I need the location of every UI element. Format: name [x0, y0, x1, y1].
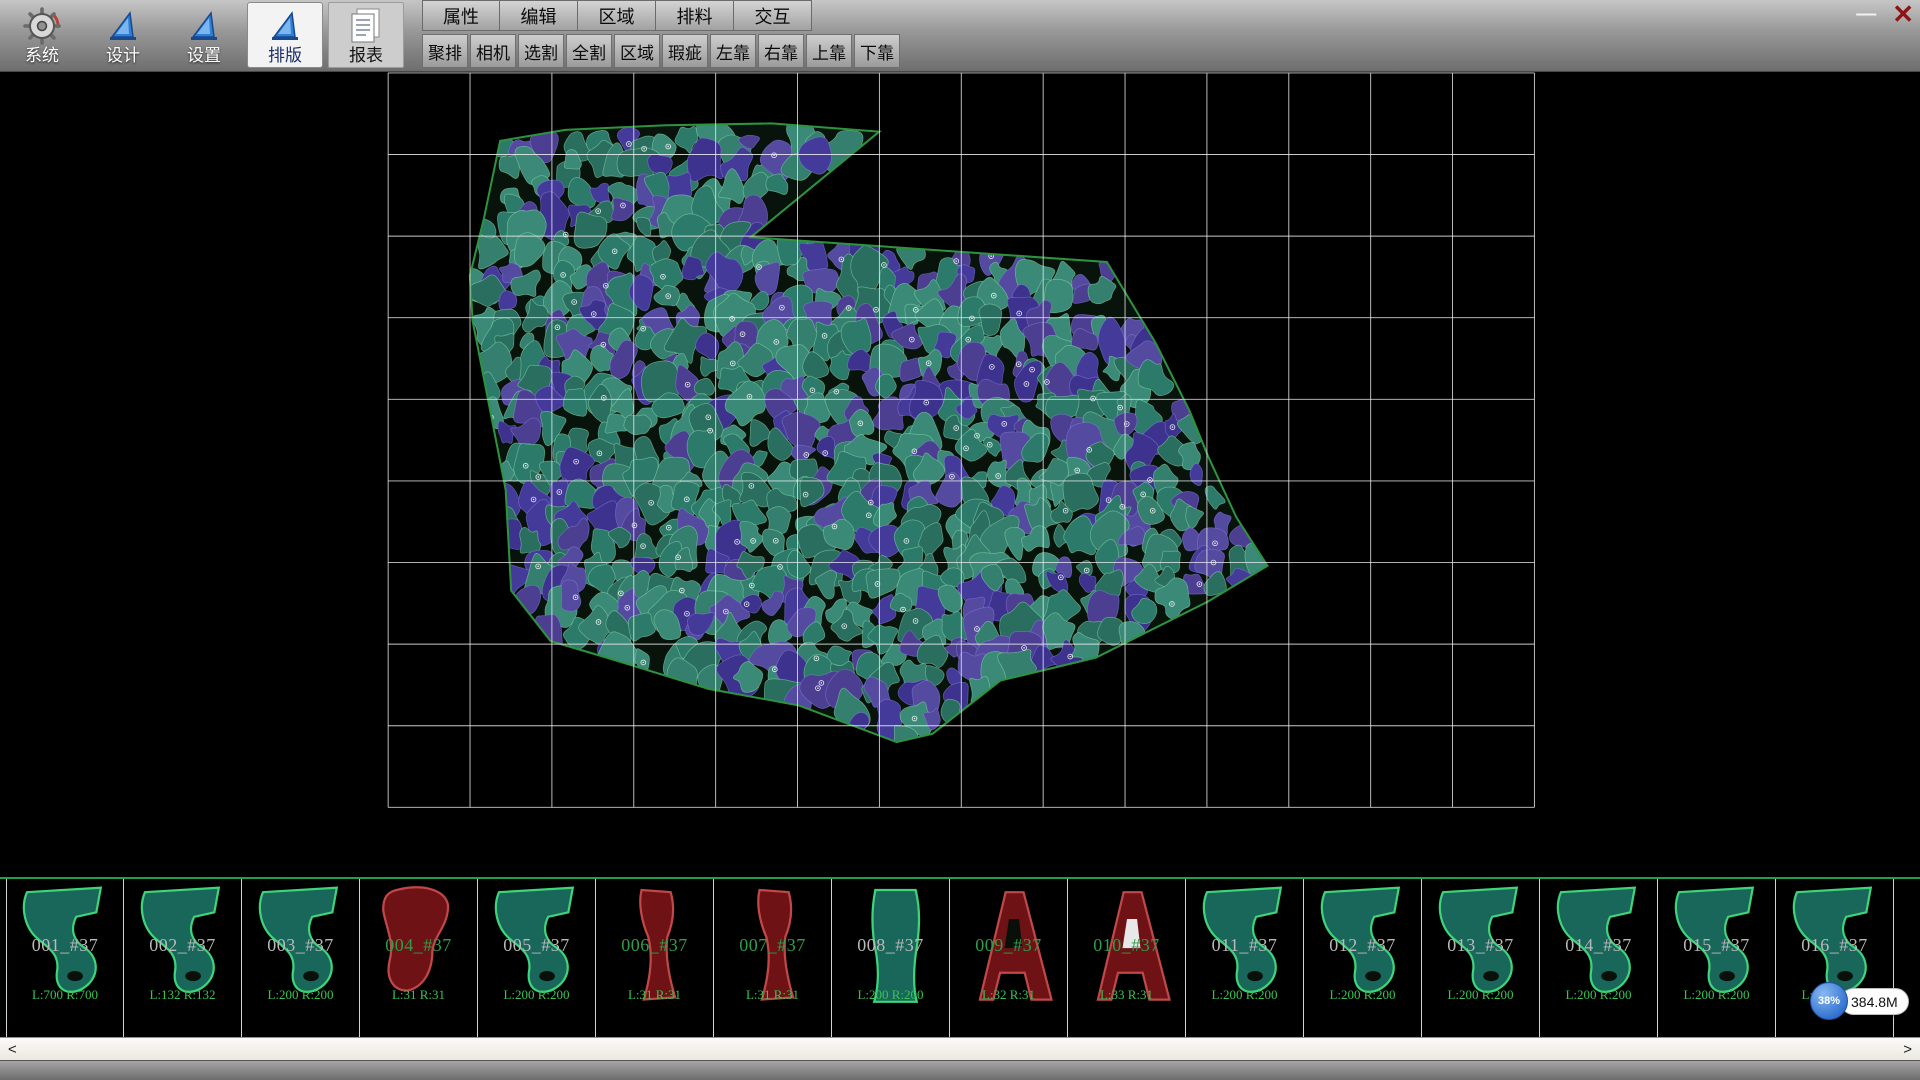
- part-lr-count: L:200 R:200: [242, 987, 359, 1003]
- part-thumbnail[interactable]: 008_#37 L:200 R:200: [832, 879, 950, 1037]
- main-toolbar-buttons: 系统 设计 设置 排版 报表: [4, 2, 404, 70]
- part-thumbnail[interactable]: 010_#37 L:33 R:31: [1068, 879, 1186, 1037]
- menu-tab-row: 属性编辑区域排料交互: [422, 0, 900, 31]
- toolbar-button-report-doc[interactable]: 报表: [328, 2, 404, 68]
- part-thumbnail[interactable]: 004_#37 L:31 R:31: [360, 879, 478, 1037]
- tool-button-8[interactable]: 上靠: [806, 34, 852, 68]
- tool-button-1[interactable]: 相机: [470, 34, 516, 68]
- toolbar-button-label: 系统: [25, 47, 59, 64]
- part-lr-count: L:200 R:200: [1658, 987, 1775, 1003]
- part-id-label: 011_#37: [1186, 935, 1303, 956]
- toolbar-button-nesting-sail[interactable]: 排版: [247, 2, 323, 68]
- part-lr-count: L:31 R:31: [596, 987, 713, 1003]
- settings-sail-icon: [186, 6, 222, 46]
- window-bottom-frame: [0, 1060, 1920, 1080]
- part-lr-count: L:200 R:200: [478, 987, 595, 1003]
- part-lr-count: L:32 R:31: [950, 987, 1067, 1003]
- scroll-left-button[interactable]: <: [8, 1042, 17, 1057]
- memory-value: 384.8M: [1851, 994, 1898, 1010]
- part-id-label: 004_#37: [360, 935, 477, 956]
- part-thumbnail[interactable]: 015_#37 L:200 R:200: [1658, 879, 1776, 1037]
- part-id-label: 003_#37: [242, 935, 359, 956]
- part-thumbnail[interactable]: 006_#37 L:31 R:31: [596, 879, 714, 1037]
- tool-button-5[interactable]: 瑕疵: [662, 34, 708, 68]
- part-id-label: 001_#37: [7, 935, 123, 956]
- part-id-label: 007_#37: [714, 935, 831, 956]
- part-id-label: 013_#37: [1422, 935, 1539, 956]
- part-lr-count: L:700 R:700: [7, 987, 123, 1003]
- nesting-canvas-area[interactable]: [0, 72, 1920, 877]
- toolbar-button-label: 报表: [349, 47, 383, 64]
- part-thumbnail[interactable]: 009_#37 L:32 R:31: [950, 879, 1068, 1037]
- menu-tab-0[interactable]: 属性: [422, 0, 500, 31]
- part-lr-count: L:31 R:31: [360, 987, 477, 1003]
- part-lr-count: L:33 R:31: [1068, 987, 1185, 1003]
- part-thumbnail[interactable]: 007_#37 L:31 R:31: [714, 879, 832, 1037]
- toolbar-button-label: 排版: [268, 47, 302, 64]
- part-id-label: 008_#37: [832, 935, 949, 956]
- menu-tab-3[interactable]: 排料: [656, 0, 734, 31]
- part-id-label: 012_#37: [1304, 935, 1421, 956]
- tool-button-2[interactable]: 选割: [518, 34, 564, 68]
- tool-button-4[interactable]: 区域: [614, 34, 660, 68]
- horizontal-scrollbar[interactable]: < >: [0, 1037, 1920, 1060]
- top-toolbar: 系统设计设置排版报表 属性编辑区域排料交互 聚排相机选割全割区域瑕疵左靠右靠上靠…: [0, 0, 1920, 72]
- tool-button-9[interactable]: 下靠: [854, 34, 900, 68]
- nesting-sail-icon: [267, 6, 303, 46]
- tool-button-3[interactable]: 全割: [566, 34, 612, 68]
- part-lr-count: L:31 R:31: [714, 987, 831, 1003]
- part-lr-count: L:132 R:132: [124, 987, 241, 1003]
- report-doc-icon: [349, 6, 383, 46]
- part-id-label: 002_#37: [124, 935, 241, 956]
- part-thumbnail[interactable]: 013_#37 L:200 R:200: [1422, 879, 1540, 1037]
- toolbar-button-label: 设置: [187, 47, 221, 64]
- progress-indicator: 38%: [1810, 982, 1848, 1020]
- toolbar-button-design-sail[interactable]: 设计: [85, 2, 161, 68]
- menu-tab-4[interactable]: 交互: [734, 0, 812, 31]
- tool-button-7[interactable]: 右靠: [758, 34, 804, 68]
- part-lr-count: L:200 R:200: [1186, 987, 1303, 1003]
- scroll-right-button[interactable]: >: [1903, 1042, 1912, 1057]
- part-thumbnail[interactable]: 011_#37 L:200 R:200: [1186, 879, 1304, 1037]
- design-sail-icon: [105, 6, 141, 46]
- part-thumbnail[interactable]: 014_#37 L:200 R:200: [1540, 879, 1658, 1037]
- part-lr-count: L:200 R:200: [1422, 987, 1539, 1003]
- ribbon-menu: 属性编辑区域排料交互 聚排相机选割全割区域瑕疵左靠右靠上靠下靠: [422, 0, 900, 68]
- menu-tab-1[interactable]: 编辑: [500, 0, 578, 31]
- part-lr-count: L:200 R:200: [1304, 987, 1421, 1003]
- minimize-button[interactable]: —: [1856, 4, 1876, 24]
- toolbar-button-label: 设计: [106, 47, 140, 64]
- part-id-label: 015_#37: [1658, 935, 1775, 956]
- part-thumbnail[interactable]: 001_#37 L:700 R:700: [6, 879, 124, 1037]
- part-id-label: 014_#37: [1540, 935, 1657, 956]
- tool-button-6[interactable]: 左靠: [710, 34, 756, 68]
- part-thumbnail[interactable]: 003_#37 L:200 R:200: [242, 879, 360, 1037]
- app-window: 系统设计设置排版报表 属性编辑区域排料交互 聚排相机选割全割区域瑕疵左靠右靠上靠…: [0, 0, 1920, 1080]
- nesting-canvas-svg[interactable]: [0, 72, 1920, 877]
- part-id-label: 010_#37: [1068, 935, 1185, 956]
- gear-icon: [22, 6, 62, 46]
- part-thumbnail[interactable]: 002_#37 L:132 R:132: [124, 879, 242, 1037]
- part-id-label: 006_#37: [596, 935, 713, 956]
- part-id-label: 016_#37: [1776, 935, 1893, 956]
- part-id-label: 005_#37: [478, 935, 595, 956]
- window-controls: — ✕: [1856, 0, 1914, 28]
- part-id-label: 009_#37: [950, 935, 1067, 956]
- part-lr-count: L:200 R:200: [1540, 987, 1657, 1003]
- toolbar-button-gear[interactable]: 系统: [4, 2, 80, 68]
- part-thumbnail[interactable]: 012_#37 L:200 R:200: [1304, 879, 1422, 1037]
- tool-button-row: 聚排相机选割全割区域瑕疵左靠右靠上靠下靠: [422, 34, 900, 68]
- part-lr-count: L:200 R:200: [832, 987, 949, 1003]
- progress-value: 38%: [1818, 995, 1840, 1007]
- memory-badge: 384.8M: [1840, 988, 1909, 1015]
- parts-strip: 001_#37L:700 R:700002_#37L:132 R:132003_…: [0, 877, 1920, 1037]
- tool-button-0[interactable]: 聚排: [422, 34, 468, 68]
- part-thumbnail[interactable]: 005_#37 L:200 R:200: [478, 879, 596, 1037]
- close-button[interactable]: ✕: [1892, 1, 1914, 27]
- toolbar-button-settings-sail[interactable]: 设置: [166, 2, 242, 68]
- menu-tab-2[interactable]: 区域: [578, 0, 656, 31]
